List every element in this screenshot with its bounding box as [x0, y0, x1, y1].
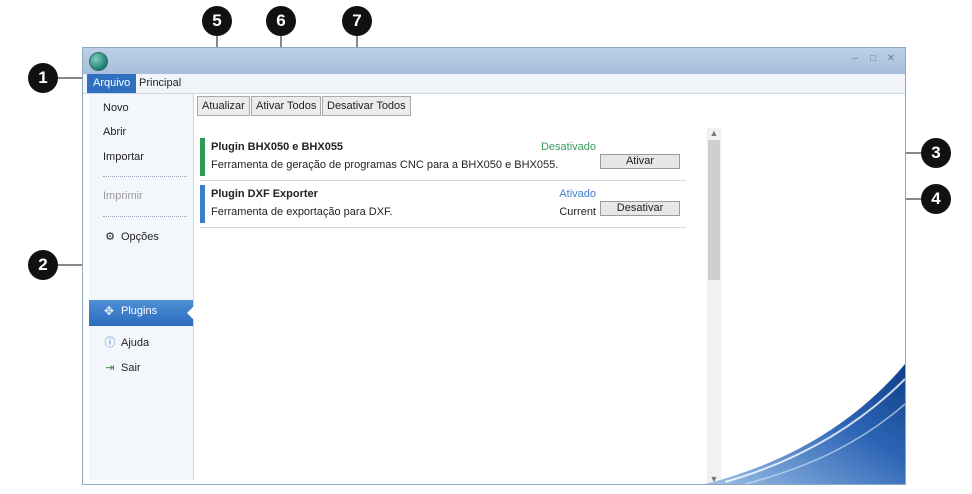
deactivate-button[interactable]: Desativar [600, 201, 680, 216]
app-logo-icon [89, 52, 108, 71]
scroll-up-icon[interactable]: ▲ [707, 128, 721, 138]
callout-5: 5 [202, 6, 232, 36]
help-icon: ⓘ [104, 337, 116, 349]
sidebar-item-sair[interactable]: ⇥ Sair [103, 360, 141, 376]
exit-icon: ⇥ [105, 362, 115, 374]
sidebar-divider [103, 176, 187, 177]
sidebar-item-importar[interactable]: Importar [103, 149, 144, 165]
callout-2: 2 [28, 250, 58, 280]
minimize-icon[interactable]: – [849, 53, 861, 65]
sidebar-item-opcoes[interactable]: ⚙ Opções [103, 229, 159, 245]
maximize-icon[interactable]: □ [867, 53, 879, 65]
plugin-status: Ativado [559, 188, 596, 200]
status-bar [200, 185, 205, 223]
activate-button[interactable]: Ativar [600, 154, 680, 169]
plugin-version: Current [559, 206, 596, 218]
file-sidebar: Novo Abrir Importar Imprimir ⚙ Opções ✥ P… [89, 94, 194, 480]
plugin-row: Plugin DXF Exporter Ferramenta de export… [200, 183, 686, 228]
sidebar-item-label: Ajuda [121, 337, 150, 349]
callout-6: 6 [266, 6, 296, 36]
sidebar-item-label: Plugins [121, 305, 158, 317]
status-bar [200, 138, 205, 176]
close-icon[interactable]: ✕ [885, 53, 897, 65]
sidebar-item-abrir[interactable]: Abrir [103, 124, 126, 140]
plugin-description: Ferramenta de geração de programas CNC p… [211, 159, 559, 171]
menu-bar: Arquivo Principal [83, 74, 905, 94]
sidebar-item-novo[interactable]: Novo [103, 100, 129, 116]
callout-4: 4 [921, 184, 951, 214]
sidebar-item-plugins[interactable]: ✥ Plugins [89, 300, 194, 326]
decorative-swoosh [705, 364, 905, 484]
sidebar-divider [103, 216, 187, 217]
selection-notch [187, 306, 194, 320]
enable-all-button[interactable]: Ativar Todos [251, 96, 322, 116]
plugin-title: Plugin DXF Exporter [211, 188, 318, 200]
app-window: – □ ✕ Arquivo Principal Novo Abrir Impor… [82, 47, 906, 485]
sidebar-item-label: Opções [121, 231, 159, 243]
sidebar-item-imprimir[interactable]: Imprimir [103, 188, 143, 204]
plugin-list: Plugin BHX050 e BHX055 Ferramenta de ger… [200, 128, 706, 484]
plugin-title: Plugin BHX050 e BHX055 [211, 141, 344, 153]
callout-1: 1 [28, 63, 58, 93]
title-bar: – □ ✕ [83, 48, 905, 74]
callout-3: 3 [921, 138, 951, 168]
refresh-button[interactable]: Atualizar [197, 96, 250, 116]
tab-arquivo[interactable]: Arquivo [87, 74, 137, 93]
plugin-description: Ferramenta de exportação para DXF. [211, 206, 393, 218]
scroll-thumb[interactable] [708, 140, 720, 280]
gear-icon: ⚙ [105, 231, 115, 243]
puzzle-icon: ✥ [104, 304, 115, 318]
plugin-row: Plugin BHX050 e BHX055 Ferramenta de ger… [200, 136, 686, 181]
callout-7: 7 [342, 6, 372, 36]
sidebar-item-label: Sair [121, 362, 141, 374]
tab-principal[interactable]: Principal [133, 74, 187, 93]
disable-all-button[interactable]: Desativar Todos [322, 96, 411, 116]
plugin-status: Desativado [540, 141, 596, 153]
window-controls: – □ ✕ [849, 53, 897, 65]
plugins-panel: Atualizar Ativar Todos Desativar Todos P… [194, 94, 905, 484]
sidebar-item-ajuda[interactable]: ⓘ Ajuda [103, 335, 150, 351]
